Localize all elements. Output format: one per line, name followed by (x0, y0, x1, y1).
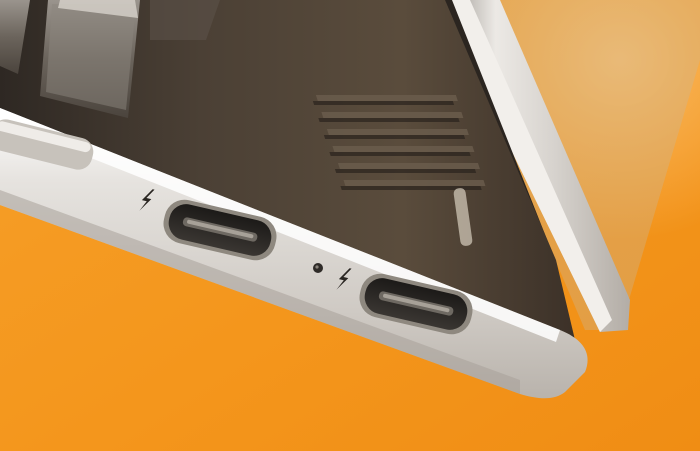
laptop-photo (0, 0, 700, 451)
photo-scene (0, 0, 700, 451)
